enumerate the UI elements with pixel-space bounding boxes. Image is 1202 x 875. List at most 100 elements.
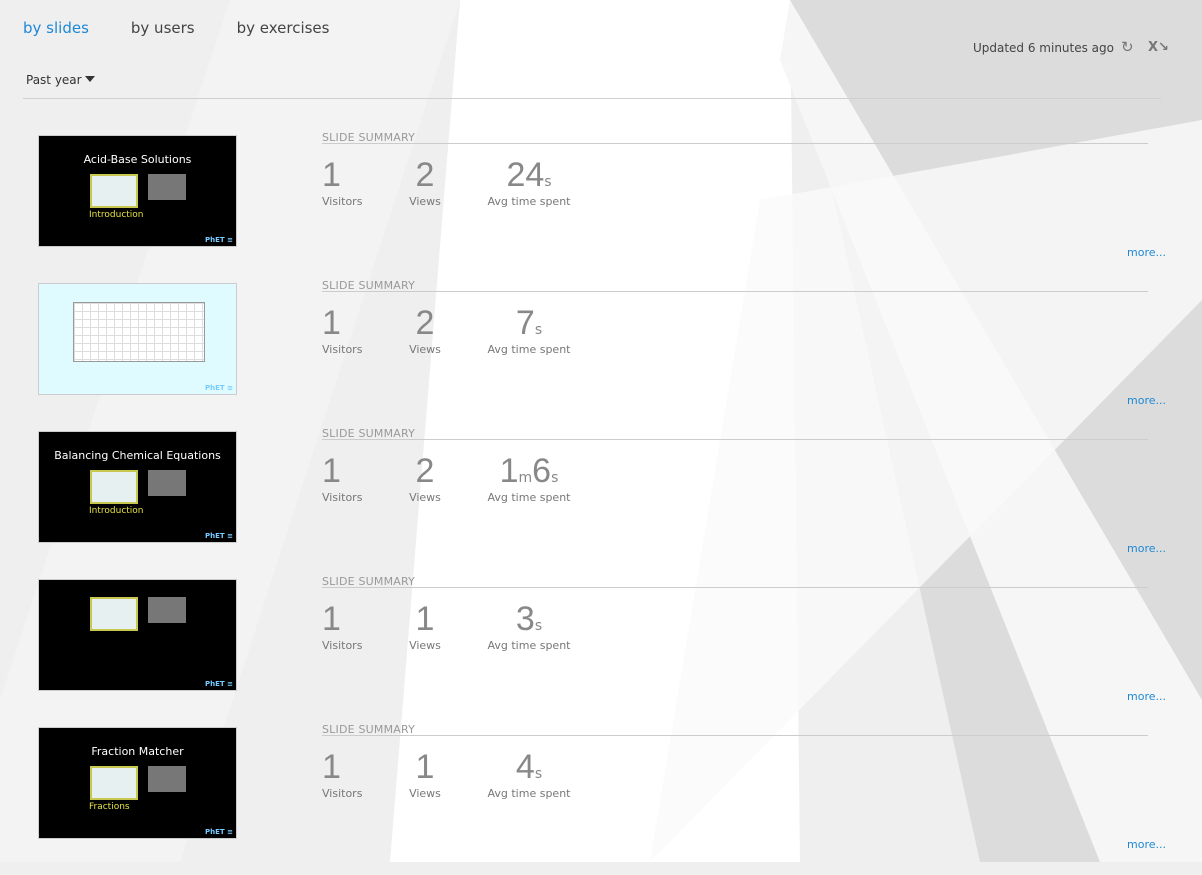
time-value: 24 — [506, 156, 545, 194]
visitors-label: Visitors — [322, 787, 363, 800]
views-value: 1 — [415, 748, 435, 786]
views-label: Views — [409, 343, 441, 356]
visitors-value: 1 — [322, 452, 341, 490]
updated-status: Updated 6 minutes ago — [972, 41, 1114, 55]
thumbnail-title: Fraction Matcher — [91, 745, 184, 758]
avg-time-label: Avg time spent — [487, 343, 571, 356]
views-value: 2 — [415, 304, 435, 342]
visitors-value: 1 — [322, 304, 341, 342]
visitors-stat: 1 Visitors — [322, 599, 362, 652]
divider — [322, 587, 1148, 588]
slide-thumbnail[interactable]: Balancing Chemical Equations Introductio… — [38, 431, 237, 543]
time-value: 1 — [499, 452, 519, 490]
thumbnail-screen-icon — [89, 174, 138, 208]
avg-time-label: Avg time spent — [487, 639, 571, 652]
views-stat: 2 Views — [405, 451, 445, 504]
avg-time-stat: 24s Avg time spent — [484, 155, 574, 208]
avg-time-label: Avg time spent — [487, 787, 571, 800]
thumbnail-screen-icon — [147, 470, 186, 496]
divider — [23, 98, 1161, 99]
thumbnail-screen-icon — [89, 766, 138, 800]
tab-by-slides[interactable]: by slides — [23, 19, 89, 37]
avg-time-label: Avg time spent — [487, 195, 571, 208]
visitors-value: 1 — [322, 748, 341, 786]
views-value: 2 — [415, 452, 435, 490]
slide-thumbnail[interactable]: Acid-Base Solutions Introduction PhET ≡ — [38, 135, 237, 247]
views-label: Views — [409, 195, 441, 208]
visitors-label: Visitors — [322, 343, 363, 356]
views-stat: 2 Views — [405, 155, 445, 208]
visitors-stat: 1 Visitors — [322, 451, 362, 504]
phet-logo: PhET ≡ — [205, 680, 233, 688]
refresh-icon[interactable]: ↻ — [1121, 38, 1134, 56]
slide-row: Fraction Matcher Fractions PhET ≡ SLIDE … — [0, 723, 1202, 875]
thumbnail-label: Introduction — [89, 210, 144, 220]
more-link[interactable]: more... — [1127, 542, 1166, 555]
slide-thumbnail[interactable]: PhET ≡ — [38, 579, 237, 691]
views-label: Views — [409, 491, 441, 504]
date-range-value: Past year — [26, 73, 82, 87]
avg-time-label: Avg time spent — [487, 491, 571, 504]
avg-time-stat: 3s Avg time spent — [484, 599, 574, 652]
phet-logo: PhET ≡ — [205, 532, 233, 540]
thumbnail-label: Introduction — [89, 506, 144, 516]
time-unit: s — [551, 470, 559, 486]
visitors-value: 1 — [322, 156, 341, 194]
more-link[interactable]: more... — [1127, 690, 1166, 703]
divider — [322, 291, 1148, 292]
visitors-value: 1 — [322, 600, 341, 638]
views-label: Views — [409, 639, 441, 652]
excel-export-icon[interactable]: X↘ — [1148, 40, 1169, 55]
visitors-label: Visitors — [322, 195, 363, 208]
visitors-label: Visitors — [322, 491, 363, 504]
visitors-stat: 1 Visitors — [322, 155, 362, 208]
slide-thumbnail[interactable]: Fraction Matcher Fractions PhET ≡ — [38, 727, 237, 839]
more-link[interactable]: more... — [1127, 838, 1166, 851]
tab-by-exercises[interactable]: by exercises — [237, 19, 330, 37]
slide-thumbnail[interactable]: PhET ≡ — [38, 283, 237, 395]
phet-logo: PhET ≡ — [205, 828, 233, 836]
thumbnail-label: Fractions — [89, 802, 130, 812]
time-value: 3 — [515, 600, 535, 638]
date-range-dropdown[interactable]: Past year — [26, 73, 95, 87]
views-stat: 2 Views — [405, 303, 445, 356]
time-unit: s — [534, 322, 543, 338]
thumbnail-screen-icon — [89, 597, 138, 631]
thumbnail-title: Acid-Base Solutions — [83, 153, 192, 166]
phet-logo: PhET ≡ — [205, 236, 233, 244]
visitors-label: Visitors — [322, 639, 363, 652]
more-link[interactable]: more... — [1127, 394, 1166, 407]
views-value: 2 — [415, 156, 435, 194]
views-value: 1 — [415, 600, 435, 638]
thumbnail-grid — [73, 302, 205, 362]
thumbnail-title: Balancing Chemical Equations — [54, 449, 221, 462]
thumbnail-screen-icon — [147, 174, 186, 200]
thumbnail-screen-icon — [147, 766, 186, 792]
thumbnail-screen-icon — [89, 470, 138, 504]
time-value: 6 — [532, 452, 552, 490]
view-tabs: by slides by users by exercises — [23, 19, 329, 37]
slide-row: Acid-Base Solutions Introduction PhET ≡ … — [0, 131, 1202, 283]
tab-by-users[interactable]: by users — [131, 19, 195, 37]
divider — [322, 143, 1148, 144]
more-link[interactable]: more... — [1127, 246, 1166, 259]
visitors-stat: 1 Visitors — [322, 747, 362, 800]
avg-time-stat: 1m6s Avg time spent — [484, 451, 574, 504]
avg-time-stat: 7s Avg time spent — [484, 303, 574, 356]
time-value: 4 — [515, 748, 535, 786]
divider — [322, 439, 1148, 440]
time-unit: s — [534, 618, 543, 634]
time-unit: m — [518, 470, 533, 486]
slide-row: PhET ≡ SLIDE SUMMARY 1 Visitors 2 Views 7s… — [0, 279, 1202, 431]
avg-time-stat: 4s Avg time spent — [484, 747, 574, 800]
views-stat: 1 Views — [405, 747, 445, 800]
slide-row: PhET ≡ SLIDE SUMMARY 1 Visitors 1 Views 3s… — [0, 575, 1202, 727]
thumbnail-screen-icon — [147, 597, 186, 623]
divider — [322, 735, 1148, 736]
slide-row: Balancing Chemical Equations Introductio… — [0, 427, 1202, 579]
visitors-stat: 1 Visitors — [322, 303, 362, 356]
caret-down-icon — [84, 76, 95, 82]
time-unit: s — [544, 174, 552, 190]
phet-logo: PhET ≡ — [205, 384, 233, 392]
views-label: Views — [409, 787, 441, 800]
